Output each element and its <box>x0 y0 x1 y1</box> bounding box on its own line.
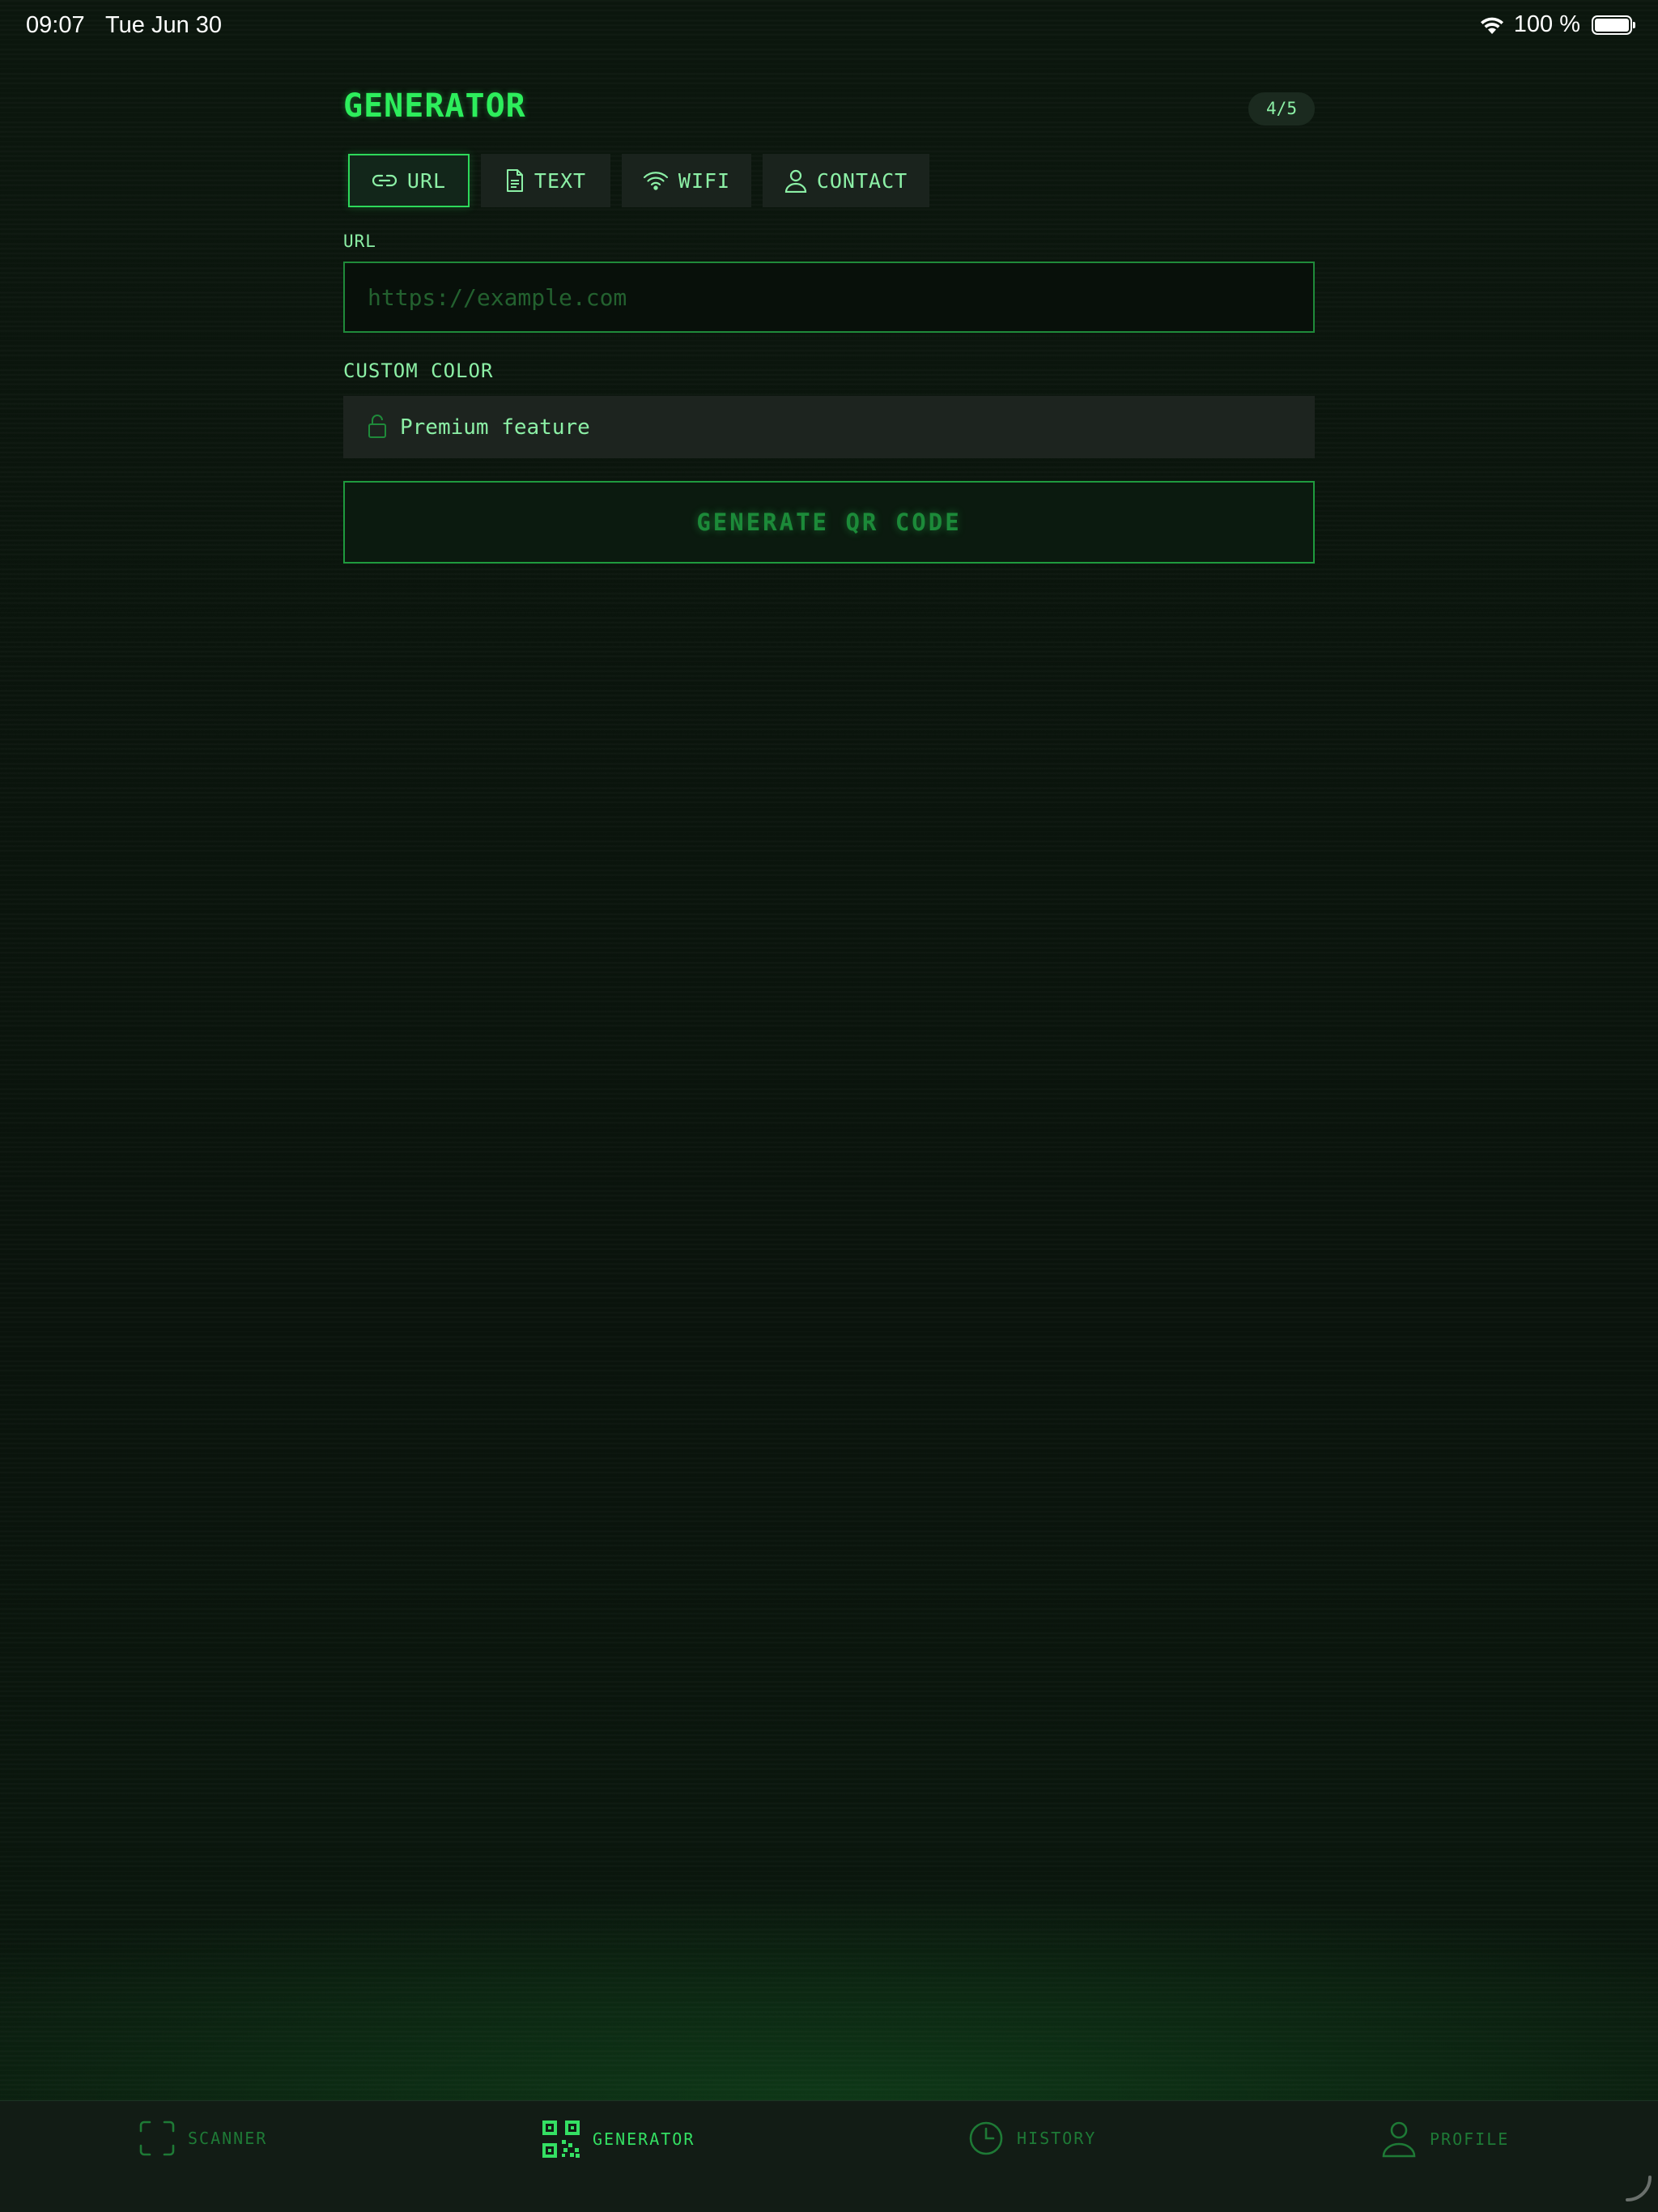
tab-wifi[interactable]: WIFI <box>622 154 751 207</box>
tab-text[interactable]: TEXT <box>481 154 610 207</box>
nav-generator-label: GENERATOR <box>593 2129 695 2149</box>
nav-history[interactable]: HISTORY <box>968 2121 1096 2156</box>
qr-type-tabs: URL TEXT WIFI CONTACT <box>348 154 929 207</box>
nav-history-label: HISTORY <box>1017 2129 1097 2148</box>
document-icon <box>505 168 525 193</box>
premium-feature-text: Premium feature <box>400 415 590 440</box>
person-icon <box>784 168 807 193</box>
battery-icon <box>1592 15 1635 35</box>
status-date: Tue Jun 30 <box>105 12 223 38</box>
wifi-signal-icon <box>1478 15 1506 36</box>
profile-person-icon <box>1381 2121 1417 2158</box>
step-badge: 4/5 <box>1248 92 1315 125</box>
generate-qr-button[interactable]: GENERATE QR CODE <box>343 481 1315 564</box>
custom-color-label: CUSTOM COLOR <box>343 359 494 382</box>
tab-wifi-label: WIFI <box>678 168 731 193</box>
tab-url-label: URL <box>406 168 447 193</box>
bottom-tab-bar: SCANNER GENERATOR HISTORY PROFILE <box>0 2100 1658 2212</box>
status-time: 09:07 <box>26 12 85 38</box>
resize-handle-icon <box>1624 2174 1653 2206</box>
battery-percent: 100 % <box>1513 11 1580 37</box>
nav-generator[interactable]: GENERATOR <box>542 2121 695 2158</box>
url-input[interactable] <box>343 262 1315 333</box>
clock-icon <box>968 2121 1004 2156</box>
qr-code-icon <box>542 2121 580 2158</box>
link-icon <box>372 172 397 189</box>
custom-color-locked[interactable]: Premium feature <box>343 396 1315 458</box>
nav-profile-label: PROFILE <box>1430 2129 1510 2149</box>
tab-contact-label: CONTACT <box>816 168 908 193</box>
tab-text-label: TEXT <box>534 168 587 193</box>
url-field-label: URL <box>343 232 376 251</box>
wifi-icon <box>643 171 669 190</box>
status-indicators: 100 % <box>1478 11 1635 38</box>
page-title: GENERATOR <box>343 87 526 125</box>
tab-contact[interactable]: CONTACT <box>763 154 929 207</box>
nav-scanner[interactable]: SCANNER <box>139 2121 267 2156</box>
scan-frame-icon <box>139 2121 175 2156</box>
status-bar: 09:07 Tue Jun 30 100 % <box>0 0 1658 52</box>
nav-profile[interactable]: PROFILE <box>1381 2121 1509 2158</box>
nav-scanner-label: SCANNER <box>188 2129 268 2148</box>
lock-icon <box>368 413 387 442</box>
tab-url[interactable]: URL <box>348 154 470 207</box>
